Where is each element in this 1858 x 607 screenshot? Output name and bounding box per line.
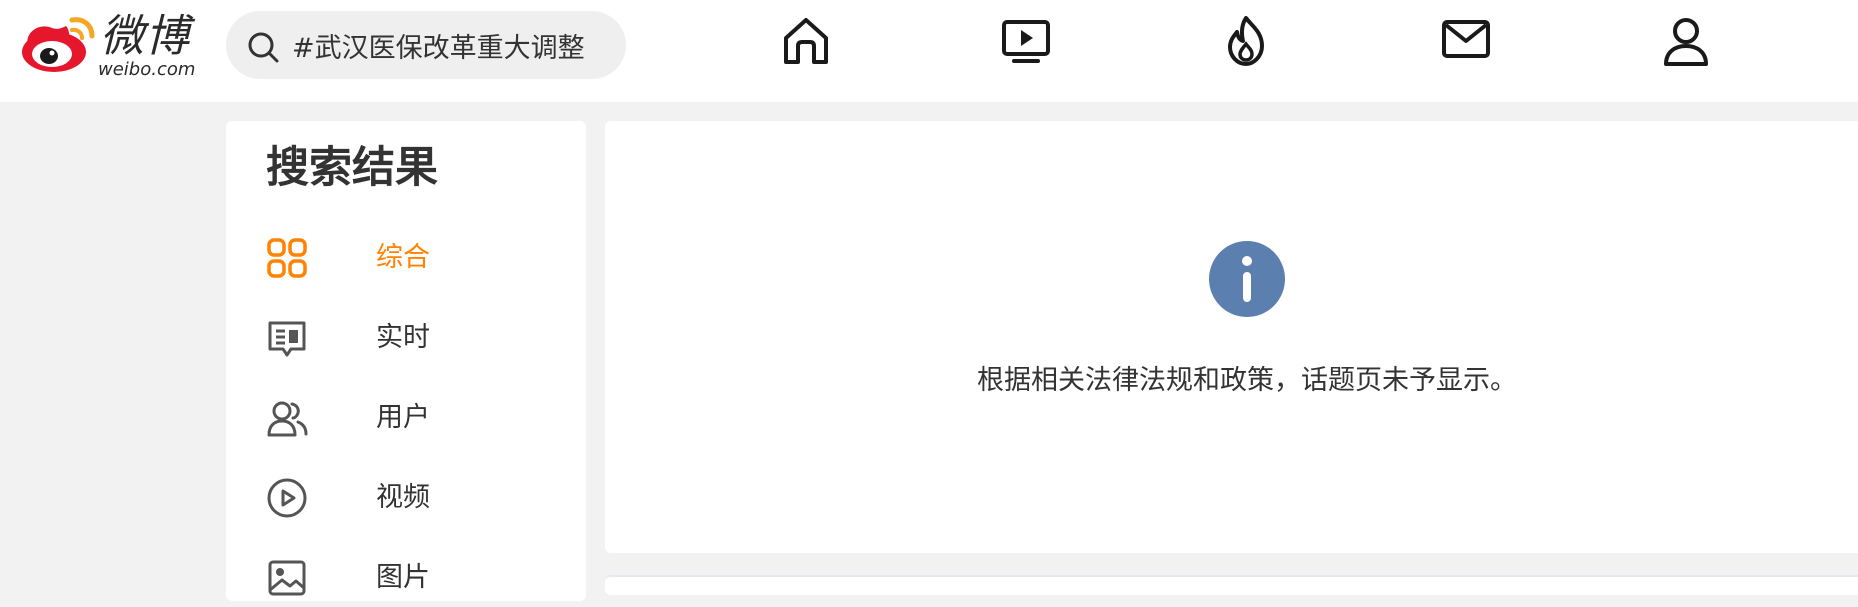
next-card-edge: [605, 575, 1858, 595]
search-bar[interactable]: [226, 11, 626, 79]
search-icon[interactable]: [246, 30, 280, 64]
realtime-icon: [268, 321, 306, 357]
top-nav-bar: 微博 weibo.com: [0, 0, 1858, 102]
search-results-sidebar: 搜索结果 综合 实时 用户 视频 图片: [226, 121, 586, 601]
sidebar-item-label: 综合: [376, 242, 430, 273]
sidebar-item-label: 视频: [376, 482, 430, 513]
search-input[interactable]: [292, 21, 612, 69]
grid-icon: [267, 238, 307, 278]
sidebar-item-comprehensive[interactable]: 综合: [266, 231, 566, 287]
notice-card: 根据相关法律法规和政策，话题页未予显示。: [605, 121, 1858, 553]
logo-text: 微博: [100, 11, 190, 62]
users-icon: [267, 401, 308, 437]
info-icon: [1209, 241, 1285, 317]
nav-video[interactable]: [1000, 14, 1052, 68]
sidebar-item-video[interactable]: 视频: [266, 471, 566, 527]
sidebar-title: 搜索结果: [266, 143, 438, 193]
sidebar-item-realtime[interactable]: 实时: [266, 311, 566, 367]
home-icon: [784, 18, 828, 64]
restricted-notice-text: 根据相关法律法规和政策，话题页未予显示。: [977, 365, 1517, 396]
nav-profile[interactable]: [1660, 14, 1712, 68]
sidebar-item-label: 图片: [376, 562, 430, 593]
weibo-eye-logo-icon: [22, 17, 95, 72]
sidebar-item-images[interactable]: 图片: [266, 551, 566, 607]
logo-domain-text: weibo.com: [98, 59, 196, 80]
sidebar-item-label: 实时: [376, 322, 430, 353]
sidebar-item-label: 用户: [376, 402, 430, 433]
nav-messages[interactable]: [1440, 14, 1492, 68]
nav-hot[interactable]: [1220, 14, 1272, 68]
nav-home[interactable]: [780, 14, 832, 68]
sidebar-item-users[interactable]: 用户: [266, 391, 566, 447]
hot-icon: [1228, 16, 1264, 66]
profile-icon: [1664, 18, 1708, 66]
weibo-logo[interactable]: 微博 weibo.com: [22, 10, 202, 80]
mail-icon: [1442, 20, 1490, 58]
video-icon: [1002, 20, 1050, 63]
image-icon: [268, 560, 306, 596]
play-circle-icon: [267, 478, 307, 518]
